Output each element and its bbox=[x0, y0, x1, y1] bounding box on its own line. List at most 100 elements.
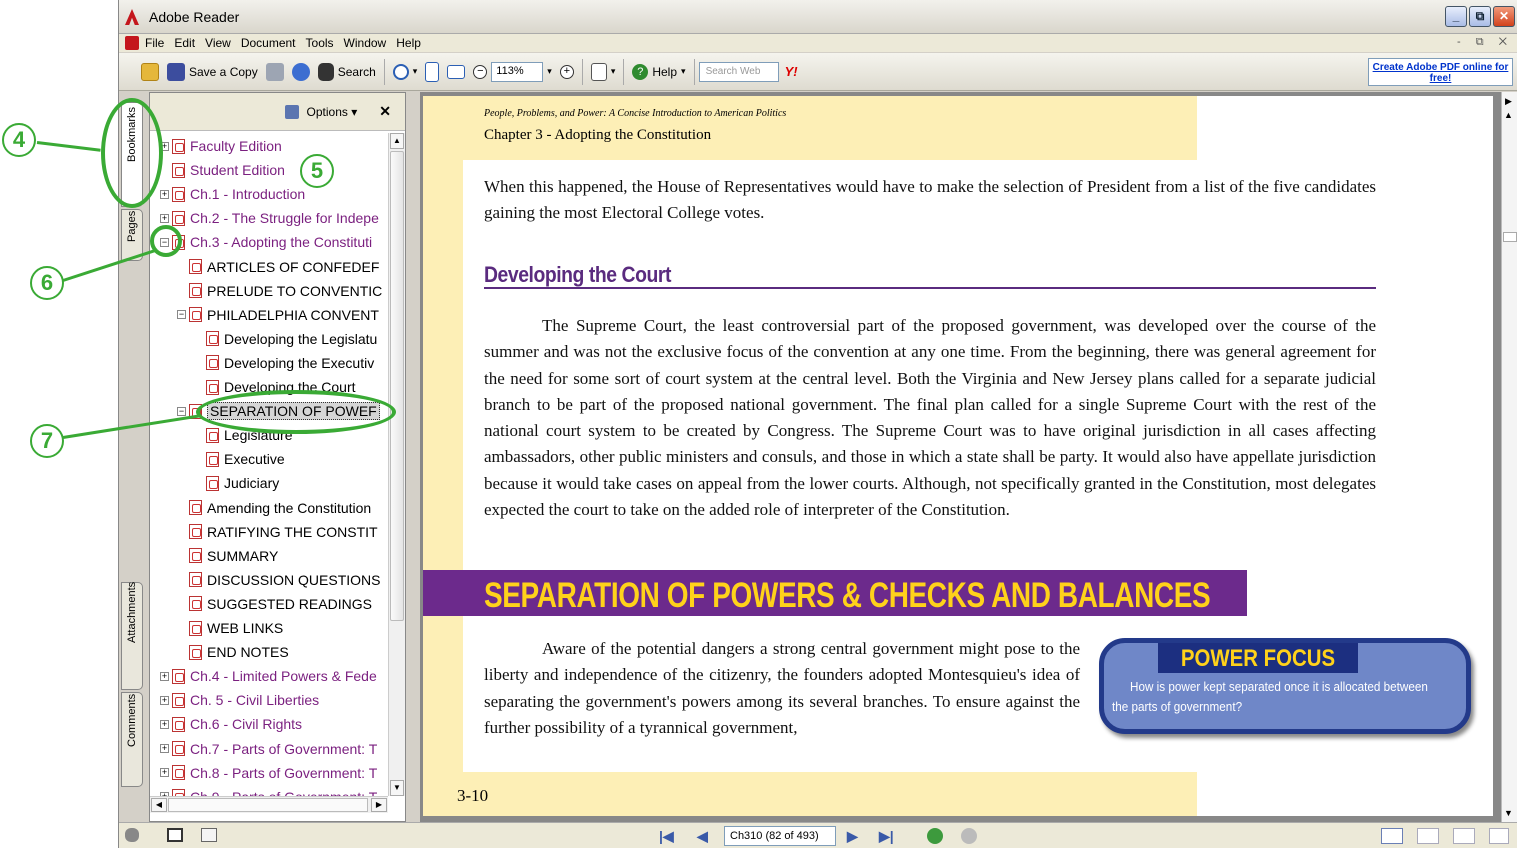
expand-icon[interactable]: + bbox=[160, 213, 169, 223]
bookmark-item[interactable]: + Ch.1 - Introduction bbox=[160, 183, 305, 205]
go-forward-icon[interactable] bbox=[961, 828, 977, 844]
zoom-out-button[interactable]: − bbox=[469, 59, 491, 85]
yahoo-logo[interactable]: Y! bbox=[785, 64, 798, 79]
go-back-icon[interactable] bbox=[927, 828, 943, 844]
menu-document[interactable]: Document bbox=[241, 36, 296, 50]
tab-attachments[interactable]: Attachments bbox=[121, 582, 143, 690]
bookmark-item[interactable]: + Ch. 5 - Civil Liberties bbox=[160, 689, 319, 711]
fit-page-button[interactable] bbox=[421, 59, 443, 85]
scroll-up-icon[interactable]: ▲ bbox=[390, 133, 404, 149]
bookmark-item[interactable]: Executive bbox=[194, 448, 285, 470]
menu-window[interactable]: Window bbox=[344, 36, 387, 50]
panel-splitter[interactable] bbox=[406, 92, 420, 822]
open-button[interactable] bbox=[137, 59, 163, 85]
search-web-input[interactable]: Search Web bbox=[698, 61, 779, 82]
bookmark-item[interactable]: Amending the Constitution bbox=[177, 497, 371, 519]
bookmark-item[interactable]: + Faculty Edition bbox=[160, 135, 282, 157]
bookmark-item[interactable]: − Ch.3 - Adopting the Constituti bbox=[160, 231, 372, 253]
email-button[interactable] bbox=[288, 59, 314, 85]
power-focus-title: POWER FOCUS bbox=[1180, 645, 1336, 672]
expand-icon[interactable]: + bbox=[160, 189, 169, 199]
bookmark-item[interactable]: ARTICLES OF CONFEDEF bbox=[177, 256, 379, 278]
previous-page-icon[interactable]: ◀ bbox=[697, 828, 708, 845]
zoom-dropdown-button[interactable]: ▾ bbox=[543, 59, 556, 85]
zoom-level-input[interactable]: 113% bbox=[491, 61, 544, 82]
expand-icon[interactable]: + bbox=[160, 744, 169, 753]
page-size-icon[interactable] bbox=[201, 828, 217, 842]
scroll-down-icon[interactable]: ▼ bbox=[390, 780, 404, 796]
menu-view[interactable]: View bbox=[205, 36, 231, 50]
create-pdf-online-link[interactable]: Create Adobe PDF online for free! bbox=[1368, 58, 1513, 86]
collapse-icon[interactable]: − bbox=[177, 310, 186, 320]
expand-icon[interactable]: + bbox=[160, 695, 169, 705]
scroll-right-icon[interactable]: ▶ bbox=[371, 798, 387, 812]
bookmark-item[interactable]: Developing the Executiv bbox=[194, 352, 374, 374]
bookmark-item[interactable]: + Ch.4 - Limited Powers & Fede bbox=[160, 665, 377, 687]
bookmark-item[interactable]: Student Edition bbox=[160, 159, 285, 181]
bookmark-item[interactable]: Judiciary bbox=[194, 472, 279, 494]
last-page-icon[interactable]: ▶| bbox=[879, 828, 894, 845]
scroll-left-icon[interactable]: ◀ bbox=[151, 798, 167, 812]
monitor-icon[interactable] bbox=[167, 828, 183, 842]
expand-icon[interactable]: + bbox=[160, 719, 169, 729]
fit-width-button[interactable] bbox=[443, 59, 469, 85]
scroll-down-icon[interactable]: ▼ bbox=[1504, 808, 1513, 818]
bookmark-label: Developing the Legislatu bbox=[224, 330, 378, 347]
bookmark-item[interactable]: END NOTES bbox=[177, 641, 289, 663]
zoom-in-button[interactable]: + bbox=[556, 59, 578, 85]
bookmark-item[interactable]: + Ch.2 - The Struggle for Indepe bbox=[160, 207, 379, 229]
bookmark-item[interactable]: − PHILADELPHIA CONVENT bbox=[177, 304, 379, 326]
tab-comments[interactable]: Comments bbox=[121, 692, 143, 787]
first-page-icon[interactable]: |◀ bbox=[659, 828, 674, 845]
bookmark-item[interactable]: +Ch.9 - Parts of Government: T bbox=[160, 786, 377, 796]
bookmark-item[interactable]: + Ch.6 - Civil Rights bbox=[160, 713, 302, 735]
menu-file[interactable]: File bbox=[145, 36, 164, 50]
scroll-thumb[interactable] bbox=[1503, 232, 1517, 242]
menu-tools[interactable]: Tools bbox=[306, 36, 334, 50]
next-page-icon[interactable]: ▶ bbox=[847, 828, 858, 845]
print-button[interactable] bbox=[262, 59, 288, 85]
bookmark-item[interactable]: Developing the Legislatu bbox=[194, 328, 377, 350]
expand-icon[interactable]: + bbox=[160, 768, 169, 778]
restore-button[interactable]: ⧉ bbox=[1469, 6, 1491, 27]
bookmark-item[interactable]: WEB LINKS bbox=[177, 617, 283, 639]
continuous-facing-icon[interactable] bbox=[1489, 828, 1509, 844]
bookmarks-vertical-scrollbar[interactable]: ▲ ▼ bbox=[388, 133, 405, 796]
bookmark-item[interactable]: SUGGESTED READINGS bbox=[177, 593, 372, 615]
continuous-icon[interactable] bbox=[1417, 828, 1439, 844]
bookmark-item[interactable]: + Ch.7 - Parts of Government: T bbox=[160, 738, 377, 760]
help-button[interactable]: ? Help ▾ bbox=[628, 59, 689, 85]
bookmark-item[interactable]: DISCUSSION QUESTIONS bbox=[177, 569, 380, 591]
scroll-right-arrow-icon[interactable]: ▶ bbox=[1505, 96, 1512, 107]
facing-icon[interactable] bbox=[1453, 828, 1475, 844]
close-panel-button[interactable]: ✕ bbox=[379, 103, 391, 120]
paperclip-icon[interactable] bbox=[125, 828, 139, 842]
document-vertical-scrollbar[interactable]: ▶ ▲ ▼ bbox=[1501, 92, 1517, 822]
bookmark-label: Ch.9 - Parts of Government: T bbox=[190, 789, 377, 796]
search-button[interactable]: Search bbox=[314, 59, 380, 85]
menu-edit[interactable]: Edit bbox=[174, 36, 195, 50]
menu-help[interactable]: Help bbox=[396, 36, 421, 50]
bookmarks-horizontal-scrollbar[interactable]: ◀ ▶ bbox=[150, 796, 388, 813]
scroll-up-icon[interactable]: ▲ bbox=[1504, 110, 1513, 120]
zoom-tool-button[interactable]: ▾ bbox=[389, 59, 422, 85]
scroll-thumb[interactable] bbox=[168, 798, 368, 812]
toolbar-separator bbox=[581, 58, 583, 85]
bookmark-item[interactable]: + Ch.8 - Parts of Government: T bbox=[160, 762, 377, 784]
save-copy-button[interactable]: Save a Copy bbox=[163, 59, 262, 85]
expand-icon[interactable]: + bbox=[160, 671, 169, 681]
options-menu-button[interactable]: Options ▾ bbox=[307, 105, 358, 119]
bookmark-item[interactable]: SUMMARY bbox=[177, 545, 278, 567]
page-number-input[interactable]: Ch310 (82 of 493) bbox=[724, 826, 836, 846]
bookmark-item[interactable]: PRELUDE TO CONVENTIC bbox=[177, 280, 382, 302]
single-page-icon[interactable] bbox=[1381, 828, 1403, 844]
pdf-page: People, Problems, and Power: A Concise I… bbox=[423, 96, 1493, 816]
close-button[interactable]: ✕ bbox=[1493, 6, 1515, 27]
document-icon[interactable] bbox=[125, 36, 139, 50]
collapse-icon[interactable]: − bbox=[177, 406, 186, 416]
document-window-controls[interactable]: - ⧉ ✕ bbox=[1457, 36, 1513, 49]
bookmark-item[interactable]: RATIFYING THE CONSTIT bbox=[177, 521, 378, 543]
scroll-thumb[interactable] bbox=[390, 151, 404, 621]
page-layout-button[interactable]: ▾ bbox=[587, 59, 620, 85]
minimize-button[interactable]: _ bbox=[1445, 6, 1467, 27]
